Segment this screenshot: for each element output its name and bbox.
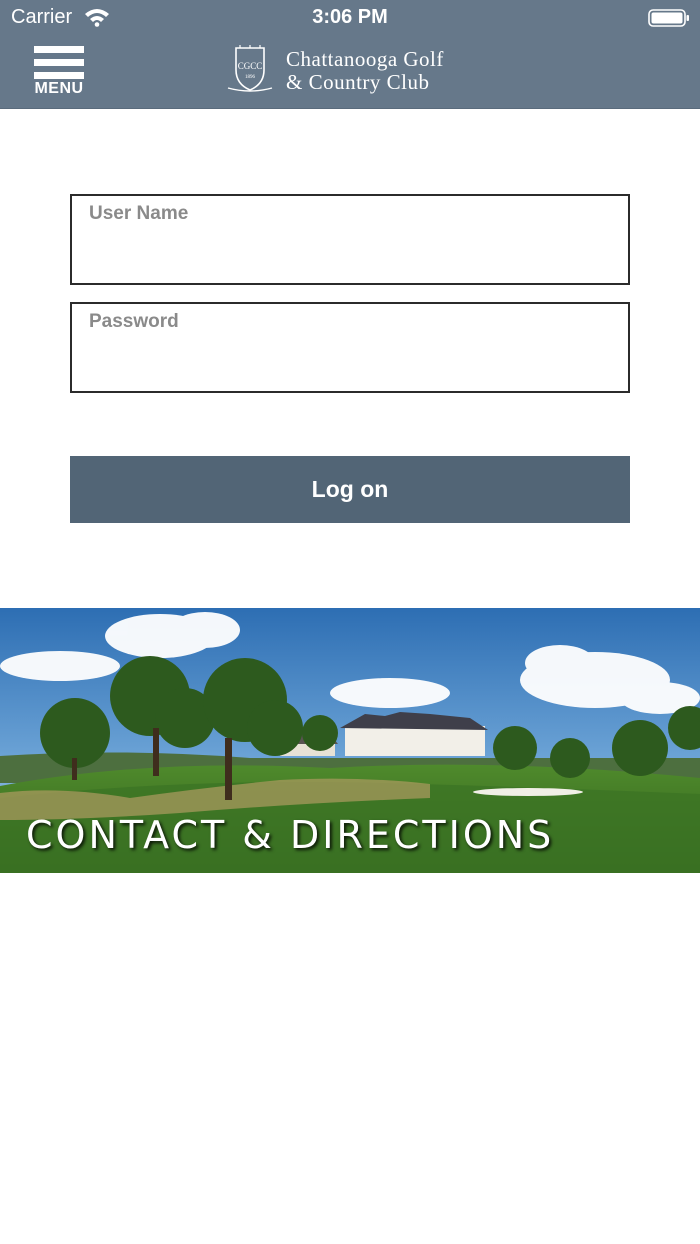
username-field[interactable]: User Name xyxy=(70,194,630,285)
battery-icon xyxy=(648,9,689,27)
club-name-line2: & Country Club xyxy=(286,70,430,94)
menu-button[interactable]: MENU xyxy=(30,44,88,102)
banner-title: CONTACT & DIRECTIONS xyxy=(26,813,555,857)
username-placeholder: User Name xyxy=(89,203,189,224)
crest-year: 1896 xyxy=(245,75,256,80)
password-placeholder: Password xyxy=(89,311,179,332)
club-crest-logo: CGCC 1896 xyxy=(227,45,273,92)
password-field[interactable]: Password xyxy=(70,302,630,393)
log-on-button[interactable]: Log on xyxy=(70,456,630,523)
menu-label: MENU xyxy=(34,80,84,97)
log-on-label: Log on xyxy=(311,476,389,502)
club-name: Chattanooga Golf & Country Club xyxy=(286,48,444,94)
clock: 3:06 PM xyxy=(312,6,388,28)
status-bar: Carrier 3:06 PM xyxy=(0,0,700,36)
crest-monogram: CGCC xyxy=(238,61,263,71)
club-name-line1: Chattanooga Golf xyxy=(286,47,444,71)
app-header: Carrier 3:06 PM MENU CGCC 1896 Chattanoo… xyxy=(0,0,700,109)
contact-directions-banner[interactable]: CONTACT & DIRECTIONS xyxy=(0,608,700,873)
